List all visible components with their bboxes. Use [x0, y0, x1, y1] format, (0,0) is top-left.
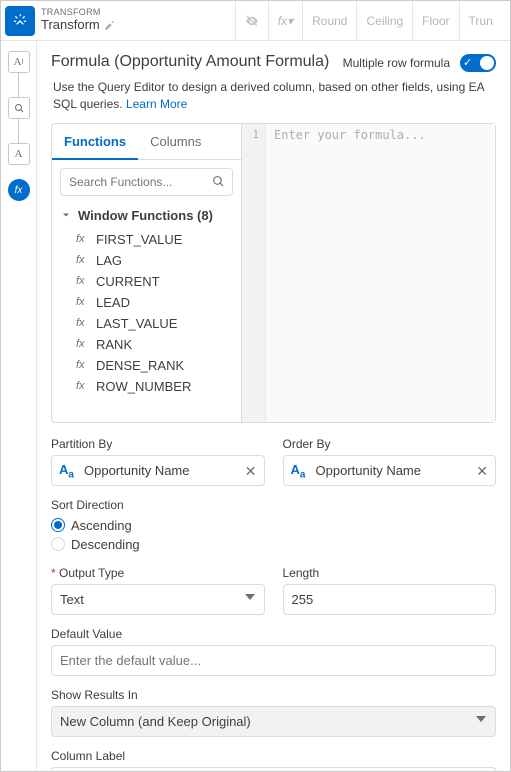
- pipeline-rail: AI A fx: [1, 41, 37, 771]
- clear-icon[interactable]: ✕: [245, 463, 257, 480]
- column-label-input[interactable]: [51, 767, 496, 771]
- function-item[interactable]: fxDENSE_RANK: [58, 355, 235, 376]
- page-description: Use the Query Editor to design a derived…: [53, 79, 496, 113]
- show-results-label: Show Results In: [51, 688, 496, 702]
- function-item[interactable]: fxFIRST_VALUE: [58, 229, 235, 250]
- function-item[interactable]: fxLAST_VALUE: [58, 313, 235, 334]
- editor-placeholder: Enter your formula...: [266, 124, 495, 422]
- partition-by-input[interactable]: [51, 455, 265, 486]
- fx-icon: fx: [76, 380, 90, 392]
- show-results-select[interactable]: [51, 706, 496, 737]
- column-label-label: Column Label: [51, 749, 496, 763]
- function-item[interactable]: fxLAG: [58, 250, 235, 271]
- multiple-row-toggle[interactable]: ✓: [460, 54, 496, 72]
- header-title: Transform: [41, 18, 100, 32]
- floor-tool[interactable]: Floor: [413, 1, 459, 41]
- function-item[interactable]: fxRANK: [58, 334, 235, 355]
- text-type-icon: Aa: [291, 462, 306, 481]
- header-toolbar: fx▾ Round Ceiling Floor Trun: [236, 1, 502, 41]
- text-type-icon: Aa: [59, 462, 74, 481]
- fx-icon: fx: [76, 254, 90, 266]
- visibility-icon[interactable]: [236, 1, 269, 41]
- function-item[interactable]: fxCURRENT: [58, 271, 235, 292]
- fx-icon: fx: [76, 233, 90, 245]
- radio-descending[interactable]: Descending: [51, 535, 496, 554]
- trunc-tool[interactable]: Trun: [460, 1, 502, 41]
- pipeline-node-fx[interactable]: fx: [8, 179, 30, 201]
- fx-tool[interactable]: fx▾: [269, 1, 303, 41]
- transform-icon: [5, 6, 35, 36]
- search-icon: [212, 175, 225, 188]
- ceiling-tool[interactable]: Ceiling: [357, 1, 413, 41]
- order-by-input[interactable]: [283, 455, 497, 486]
- tab-columns[interactable]: Columns: [138, 124, 213, 159]
- toggle-label: Multiple row formula: [343, 56, 450, 70]
- main-panel: Formula (Opportunity Amount Formula) Mul…: [37, 41, 510, 771]
- fx-icon: fx: [76, 275, 90, 287]
- length-label: Length: [283, 566, 497, 580]
- default-value-label: Default Value: [51, 627, 496, 641]
- radio-ascending[interactable]: Ascending: [51, 516, 496, 535]
- clear-icon[interactable]: ✕: [476, 463, 488, 480]
- search-functions-input[interactable]: [60, 168, 233, 196]
- pipeline-node[interactable]: A: [8, 143, 30, 165]
- round-tool[interactable]: Round: [303, 1, 357, 41]
- chevron-down-icon: [476, 716, 486, 722]
- pipeline-node[interactable]: AI: [8, 51, 30, 73]
- fx-icon: fx: [76, 317, 90, 329]
- app-header: TRANSFORM Transform fx▾ Round Ceiling Fl…: [1, 1, 510, 41]
- fx-icon: fx: [76, 296, 90, 308]
- sort-direction-label: Sort Direction: [51, 498, 496, 512]
- default-value-input[interactable]: [51, 645, 496, 676]
- editor-gutter: 1: [242, 124, 266, 422]
- learn-more-link[interactable]: Learn More: [126, 97, 187, 111]
- chevron-down-icon: [60, 209, 72, 221]
- output-type-select[interactable]: [51, 584, 265, 615]
- pencil-icon[interactable]: [104, 20, 115, 31]
- formula-editor[interactable]: 1 Enter your formula...: [242, 124, 495, 422]
- tab-functions[interactable]: Functions: [52, 124, 138, 160]
- function-group-header[interactable]: Window Functions (8): [58, 204, 235, 229]
- order-label: Order By: [283, 437, 497, 451]
- partition-label: Partition By: [51, 437, 265, 451]
- function-item[interactable]: fxROW_NUMBER: [58, 376, 235, 397]
- fx-icon: fx: [76, 338, 90, 350]
- function-item[interactable]: fxLEAD: [58, 292, 235, 313]
- length-input[interactable]: [283, 584, 497, 615]
- chevron-down-icon: [245, 594, 255, 600]
- output-type-label: * Output Type: [51, 566, 265, 580]
- page-title: Formula (Opportunity Amount Formula): [51, 53, 329, 71]
- pipeline-node[interactable]: [8, 97, 30, 119]
- fx-icon: fx: [76, 359, 90, 371]
